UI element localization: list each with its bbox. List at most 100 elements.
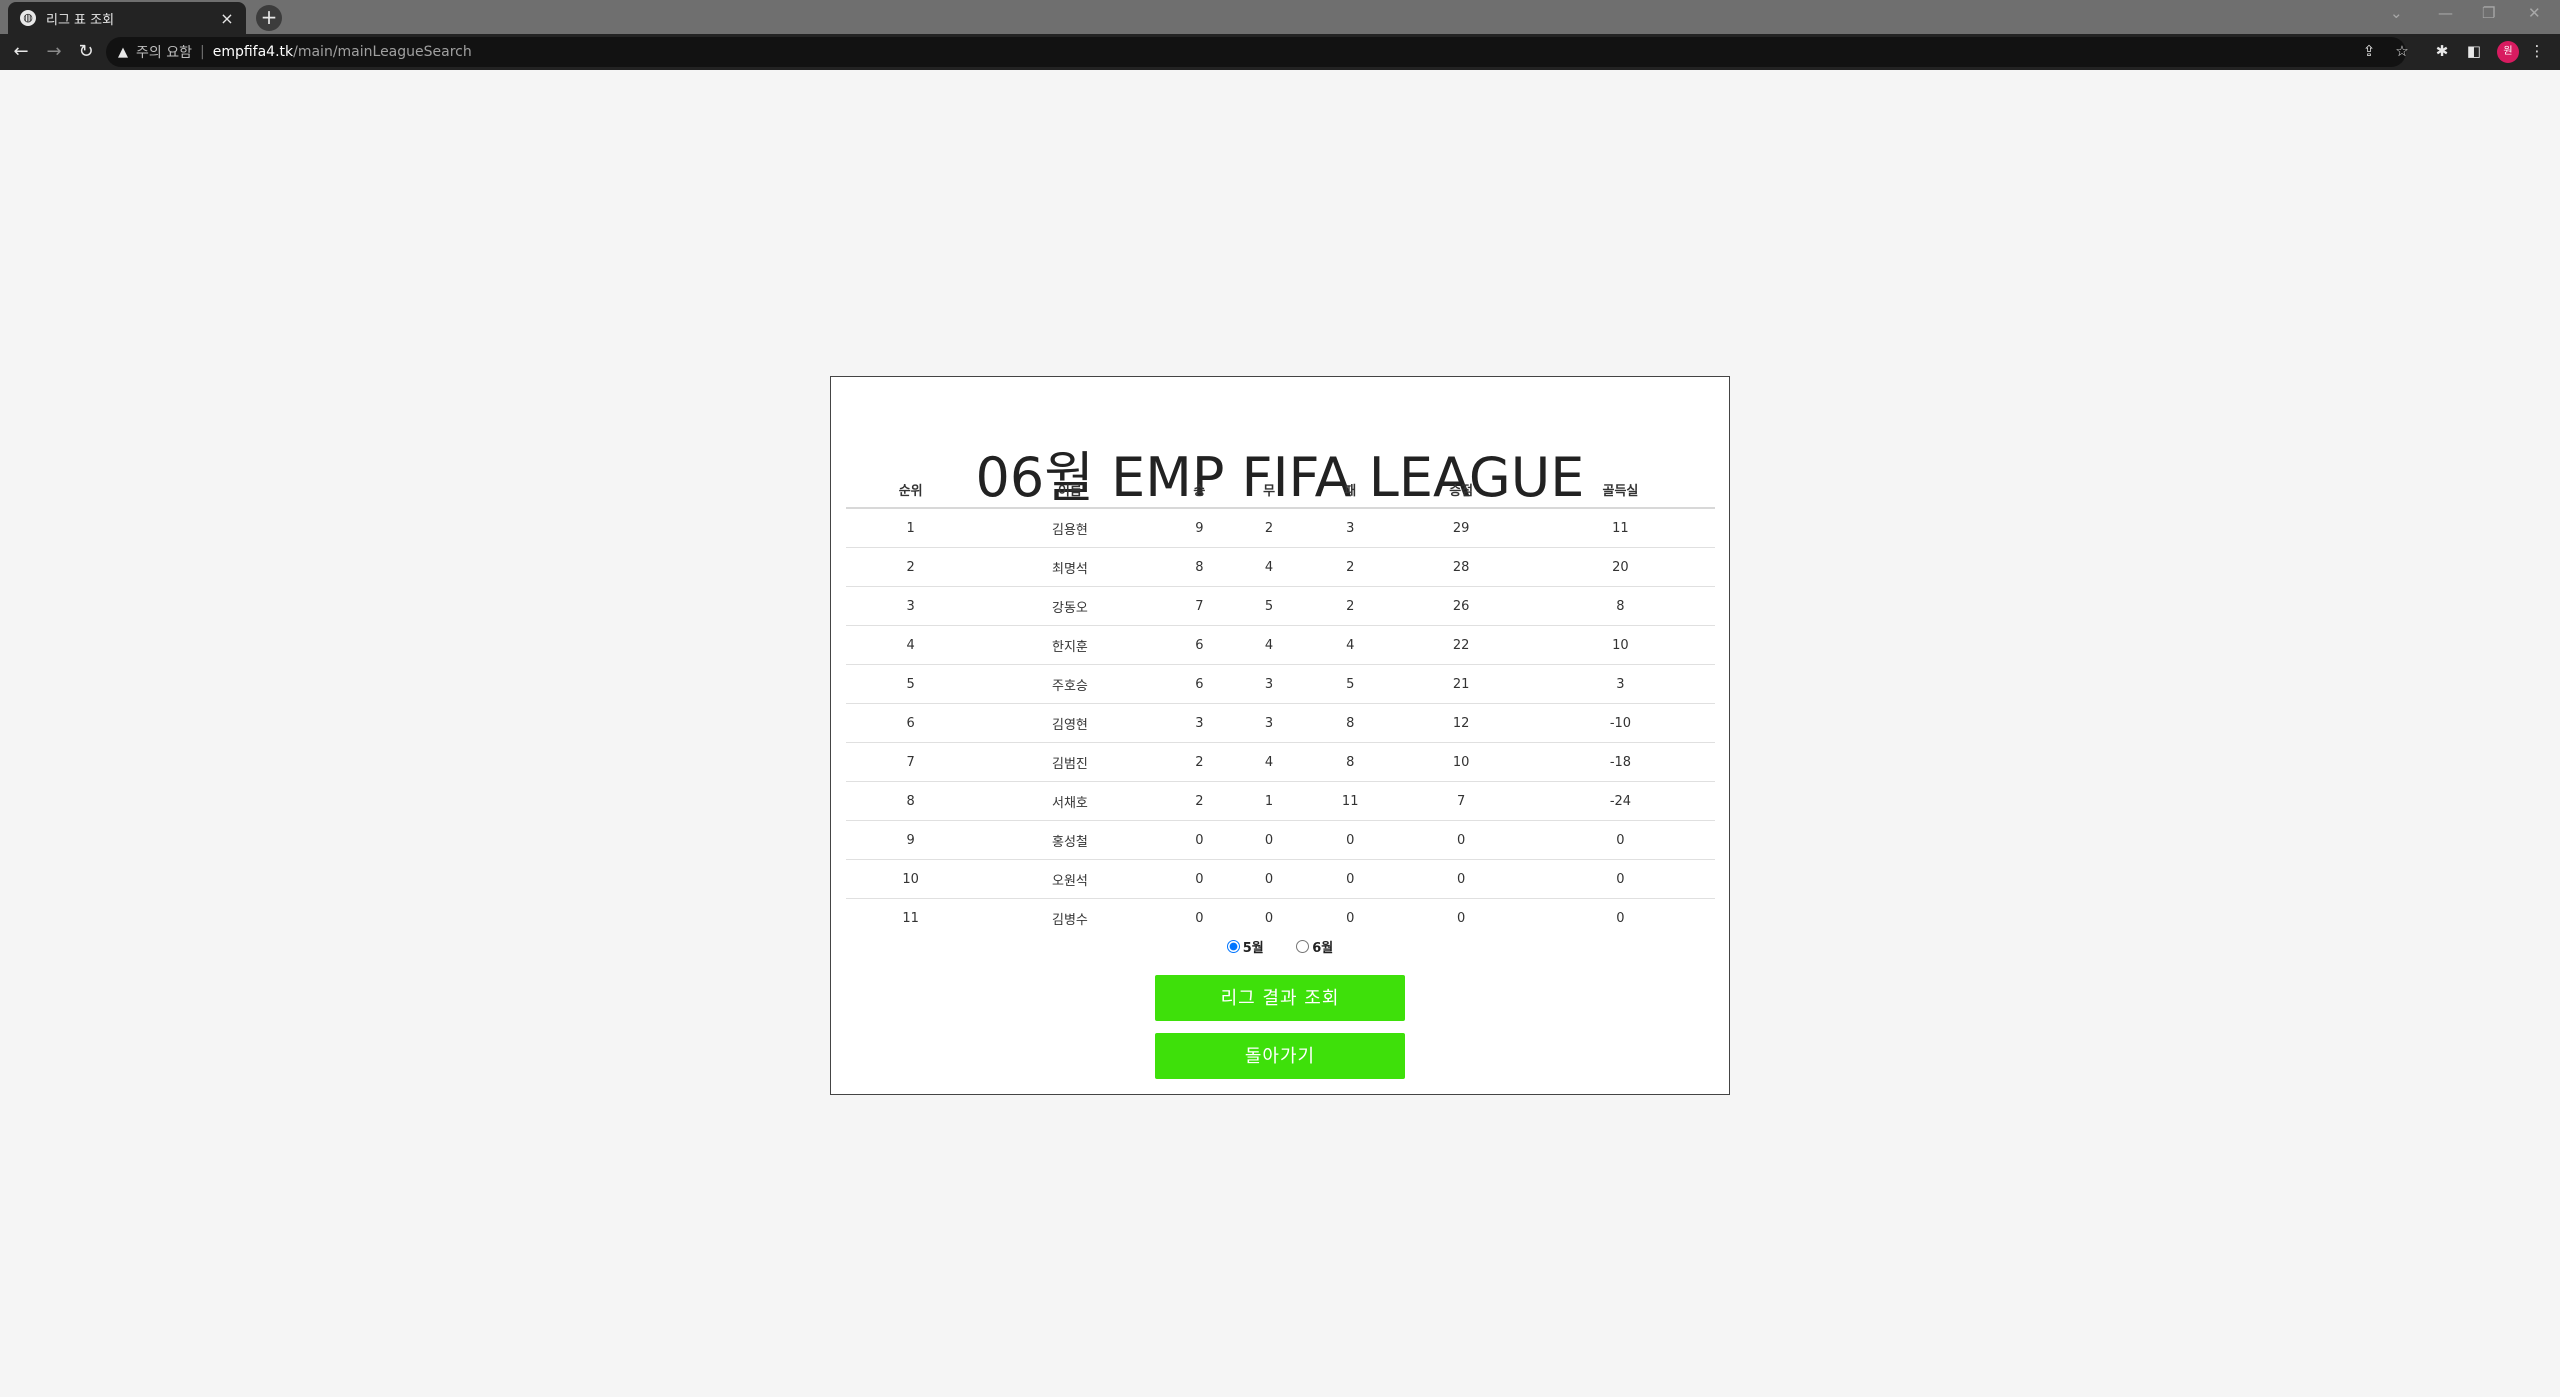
league-search-button[interactable]: 리그 결과 조회: [1155, 975, 1405, 1021]
cell-goal-diff: 0: [1525, 820, 1715, 860]
reload-icon[interactable]: ↻: [74, 40, 98, 64]
cell-points: 21: [1396, 664, 1526, 704]
cell-wins: 6: [1164, 625, 1235, 665]
cell-rank: 5: [846, 664, 976, 704]
cell-points: 0: [1457, 910, 1466, 926]
cell-losses: 2: [1303, 547, 1397, 587]
header-rank: 순위: [846, 471, 976, 509]
table-row: 5 주호승 6 3 5 21 3: [846, 664, 1715, 704]
cell-points: 0: [1396, 859, 1526, 899]
cell-points: 26: [1396, 586, 1526, 626]
tab-strip: ◍ 리그 표 조회 × + ⌄ — ❐ ✕: [0, 0, 2560, 34]
menu-kebab-icon[interactable]: ⋮: [2527, 42, 2547, 60]
month-selector: 5월 6월: [831, 937, 1729, 957]
month-label-6: 6월: [1312, 941, 1334, 956]
cell-draws: 4: [1234, 625, 1304, 665]
address-separator: |: [199, 44, 205, 60]
bookmark-star-icon[interactable]: ☆: [2392, 42, 2412, 60]
cell-draws: 2: [1234, 508, 1304, 548]
cell-draws: 3: [1234, 664, 1304, 704]
cell-goal-diff: -10: [1525, 703, 1715, 743]
cell-losses: 0: [1303, 820, 1397, 860]
table-row: 7 김범진 2 4 8 10 -18: [846, 742, 1715, 782]
warning-icon[interactable]: ▲: [118, 45, 128, 60]
cell-rank: 9: [846, 820, 976, 860]
cell-draws: 4: [1234, 742, 1304, 782]
table-row: 4 한지훈 6 4 4 22 10: [846, 625, 1715, 665]
extensions-icon[interactable]: ✱: [2432, 42, 2452, 60]
cell-goal-diff: 20: [1525, 547, 1715, 587]
cell-losses: 0: [1346, 910, 1355, 926]
cell-points: 22: [1396, 625, 1526, 665]
share-icon[interactable]: ⇪: [2359, 42, 2379, 60]
back-arrow-icon[interactable]: ←: [9, 40, 33, 64]
cell-points: 7: [1396, 781, 1526, 821]
league-panel: 06월 EMP FIFA LEAGUE 순위 이름 승 무 패 승점 골득실 1…: [830, 376, 1730, 1095]
month-radio-5[interactable]: [1226, 940, 1240, 953]
new-tab-button[interactable]: +: [256, 5, 282, 31]
cell-rank: 2: [846, 547, 976, 587]
month-option-5[interactable]: 5월: [1226, 937, 1264, 956]
table-row: 8 서채호 2 1 11 7 -24: [846, 781, 1715, 821]
cell-wins: 2: [1164, 742, 1235, 782]
cell-name: 오원석: [975, 859, 1165, 899]
cell-goal-diff: 3: [1525, 664, 1715, 704]
cell-points: 0: [1396, 820, 1526, 860]
header-name: 이름: [975, 471, 1165, 509]
cell-wins: 2: [1164, 781, 1235, 821]
cell-losses: 2: [1303, 586, 1397, 626]
profile-avatar[interactable]: 원: [2497, 41, 2519, 63]
browser-tab[interactable]: ◍ 리그 표 조회 ×: [8, 2, 246, 34]
cell-losses: 5: [1303, 664, 1397, 704]
header-wins: 승: [1164, 471, 1235, 509]
cell-name: 주호승: [975, 664, 1165, 704]
table-row: 6 김영현 3 3 8 12 -10: [846, 703, 1715, 743]
tab-search-icon[interactable]: ⌄: [2390, 4, 2403, 22]
table-header-row: 순위 이름 승 무 패 승점 골득실: [846, 471, 1715, 509]
cell-name: 한지훈: [975, 625, 1165, 665]
cell-wins: 3: [1164, 703, 1235, 743]
cell-draws: 1: [1234, 781, 1304, 821]
address-bar[interactable]: ▲ 주의 요함 | empfifa4.tk/main/mainLeagueSea…: [106, 37, 2406, 67]
window-close-icon[interactable]: ✕: [2528, 4, 2541, 22]
cell-losses: 3: [1303, 508, 1397, 548]
cell-rank: 7: [846, 742, 976, 782]
cell-name: 김범진: [975, 742, 1165, 782]
cell-losses: 8: [1303, 703, 1397, 743]
header-goal-diff: 골득실: [1525, 471, 1715, 509]
header-draws: 무: [1234, 471, 1304, 509]
month-radio-6[interactable]: [1296, 940, 1310, 953]
table-row: 10 오원석 0 0 0 0 0: [846, 859, 1715, 899]
cell-losses: 4: [1303, 625, 1397, 665]
table-row: 3 강동오 7 5 2 26 8: [846, 586, 1715, 626]
cell-name: 서채호: [975, 781, 1165, 821]
month-label-5: 5월: [1242, 941, 1264, 956]
cell-rank: 8: [846, 781, 976, 821]
cell-goal-diff: -24: [1525, 781, 1715, 821]
browser-toolbar: ← → ↻ ▲ 주의 요함 | empfifa4.tk/main/mainLea…: [0, 34, 2560, 70]
cell-wins: 0: [1195, 910, 1204, 926]
close-tab-icon[interactable]: ×: [218, 9, 236, 28]
forward-arrow-icon[interactable]: →: [42, 40, 66, 64]
cell-draws: 0: [1234, 859, 1304, 899]
cell-draws: 0: [1234, 820, 1304, 860]
minimize-icon[interactable]: —: [2438, 4, 2453, 22]
cell-draws: 0: [1264, 910, 1274, 926]
back-button[interactable]: 돌아가기: [1155, 1033, 1405, 1079]
cell-name: 최명석: [975, 547, 1165, 587]
table-row: 1 김용현 9 2 3 29 11: [846, 508, 1715, 548]
cell-wins: 8: [1164, 547, 1235, 587]
cell-wins: 7: [1164, 586, 1235, 626]
cell-losses: 11: [1303, 781, 1397, 821]
security-warning-text[interactable]: 주의 요함: [136, 42, 192, 62]
cell-name: 김영현: [975, 703, 1165, 743]
cell-losses: 0: [1303, 859, 1397, 899]
cell-name: 김용현: [975, 508, 1165, 548]
cell-draws: 4: [1234, 547, 1304, 587]
restore-icon[interactable]: ❐: [2482, 4, 2495, 22]
cell-goal-diff: 8: [1525, 586, 1715, 626]
cell-losses: 8: [1303, 742, 1397, 782]
side-panel-icon[interactable]: ◧: [2464, 42, 2484, 60]
tab-title: 리그 표 조회: [46, 12, 115, 28]
month-option-6[interactable]: 6월: [1296, 937, 1333, 956]
